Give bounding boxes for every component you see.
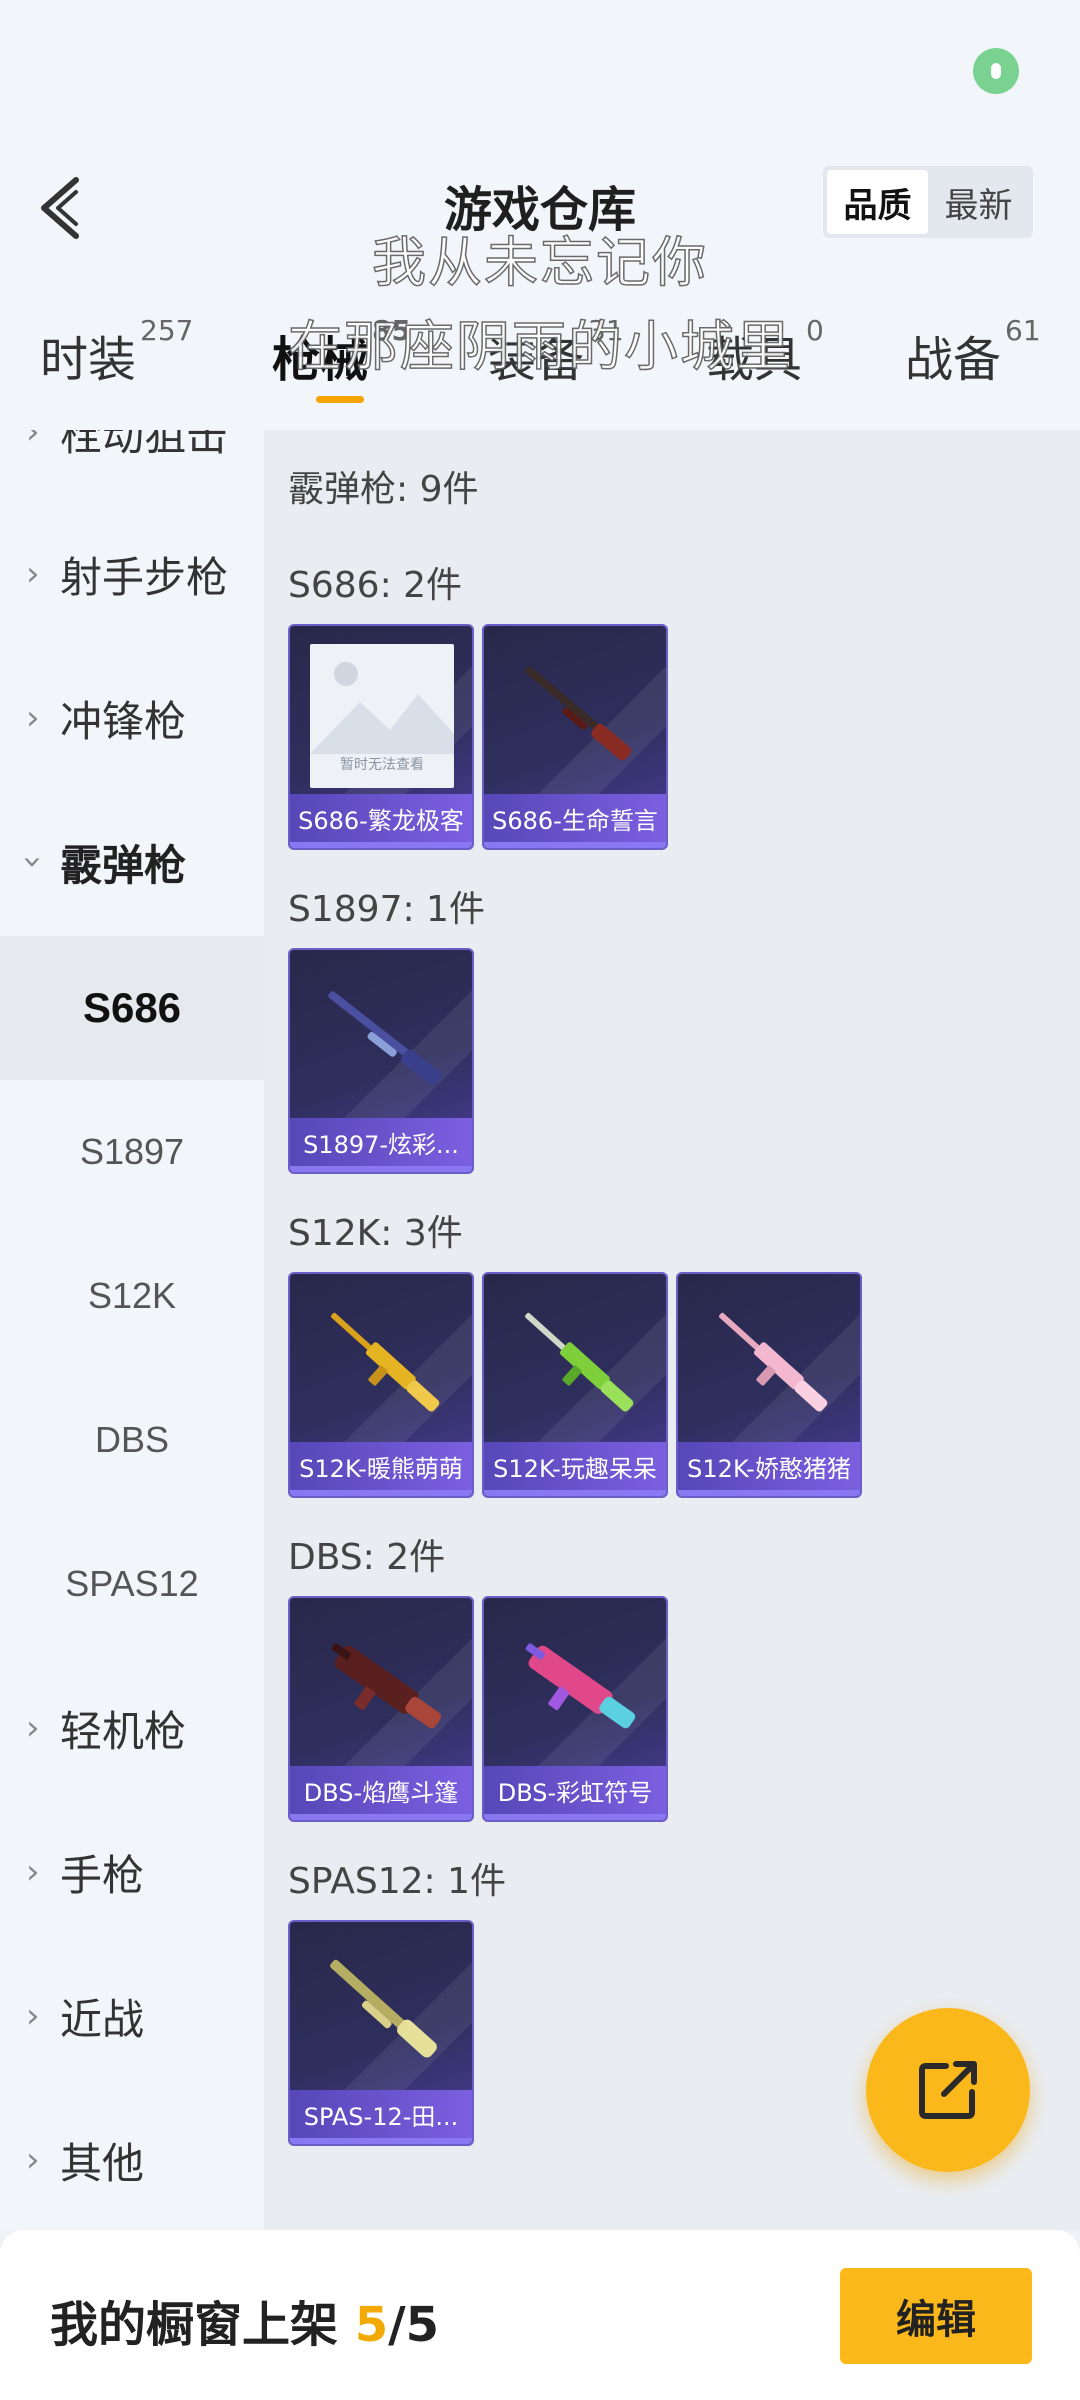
placeholder-text: 暂时无法查看: [340, 757, 424, 773]
subcategory-heading: SPAS12: 1件: [288, 1861, 507, 1902]
status-bar: [0, 0, 1080, 140]
chevron-right-icon: ›: [26, 1996, 40, 2036]
tab-label: 时装: [40, 332, 137, 388]
tab-equipment[interactable]: 装备31: [488, 314, 624, 390]
subcategory-heading: S12K: 3件: [288, 1213, 463, 1254]
sidebar-subitem-s1897[interactable]: S1897: [0, 1080, 264, 1224]
rifle-icon: [719, 1312, 828, 1412]
tab-count: 0: [806, 314, 824, 347]
chevron-right-icon: ›: [26, 2140, 40, 2180]
skin-card[interactable]: DBS-彩虹符号: [482, 1596, 668, 1822]
skin-card[interactable]: S686-生命誓言: [482, 624, 668, 850]
tab-label: 枪械: [272, 332, 369, 388]
rifle-icon: [331, 1312, 440, 1412]
sidebar-item-shotgun[interactable]: › 霰弹枪: [0, 790, 264, 934]
skin-card[interactable]: S12K-玩趣呆呆: [482, 1272, 668, 1498]
sort-newest-button[interactable]: 最新: [928, 170, 1029, 234]
sidebar-item-bolt-sniper[interactable]: › 栓动狙击: [0, 430, 264, 504]
skin-name: S1897-炫彩...: [290, 1118, 472, 1166]
sidebar-subitem-s12k[interactable]: S12K: [0, 1224, 264, 1368]
subcategory-heading: S1897: 1件: [288, 889, 485, 930]
sidebar-subitem-dbs[interactable]: DBS: [0, 1368, 264, 1512]
skin-name: S686-生命誓言: [484, 794, 666, 842]
skin-card[interactable]: SPAS-12-田...: [288, 1920, 474, 2146]
sidebar-item-pistol[interactable]: › 手枪: [0, 1800, 264, 1944]
weapon-type-sidebar: › 栓动狙击 › 射手步枪 › 冲锋枪 › 霰弹枪 S686 S1897 S12…: [0, 430, 264, 2230]
sidebar-item-melee[interactable]: › 近战: [0, 1944, 264, 2088]
microphone-indicator-icon: [973, 48, 1019, 94]
showcase-current-count: 5: [354, 2297, 389, 2353]
sidebar-item-label: 冲锋枪: [60, 696, 187, 746]
chevron-down-icon: ›: [12, 855, 53, 869]
chevron-right-icon: ›: [26, 698, 40, 738]
active-tab-indicator: [316, 396, 364, 403]
skin-card[interactable]: S1897-炫彩...: [288, 948, 474, 1174]
sidebar-item-other[interactable]: › 其他: [0, 2088, 264, 2230]
sidebar-item-label: 近战: [60, 1994, 145, 2044]
tab-count: 31: [588, 314, 624, 347]
sidebar-item-label: 射手步枪: [60, 552, 229, 602]
chevron-right-icon: ›: [26, 1852, 40, 1892]
sidebar-item-smg[interactable]: › 冲锋枪: [0, 646, 264, 790]
skin-card[interactable]: S12K-娇憨猪猪: [676, 1272, 862, 1498]
sidebar-subitem-s686[interactable]: S686: [0, 936, 264, 1080]
sort-toggle: 品质 最新: [823, 166, 1033, 238]
tab-count: 257: [140, 314, 194, 347]
tab-fashion[interactable]: 时装257: [40, 314, 193, 390]
share-button[interactable]: [866, 2008, 1030, 2172]
subcategory-heading: DBS: 2件: [288, 1537, 446, 1578]
shotgun-icon: [330, 1959, 437, 2058]
bullpup-icon: [331, 1643, 442, 1729]
showcase-status: 我的橱窗上架 5/5: [50, 2285, 439, 2355]
tab-vehicles[interactable]: 载具0: [706, 314, 824, 390]
tab-label: 战备: [905, 332, 1002, 388]
sidebar-item-marksman-rifle[interactable]: › 射手步枪: [0, 502, 264, 646]
shotgun-icon: [525, 666, 632, 761]
tab-count: 85: [372, 314, 411, 347]
showcase-bar: 我的橱窗上架 5/5 编辑: [0, 2230, 1080, 2400]
sidebar-subitem-spas12[interactable]: SPAS12: [0, 1512, 264, 1656]
rifle-icon: [525, 1312, 634, 1412]
tab-count: 61: [1005, 314, 1041, 347]
skin-name: S12K-娇憨猪猪: [678, 1442, 860, 1490]
chevron-right-icon: ›: [26, 430, 40, 452]
sort-quality-button[interactable]: 品质: [827, 170, 928, 234]
skin-name: S12K-玩趣呆呆: [484, 1442, 666, 1490]
bullpup-icon: [525, 1643, 636, 1729]
skin-name: S686-繁龙极客: [290, 794, 472, 842]
skin-name: DBS-彩虹符号: [484, 1766, 666, 1814]
edit-button[interactable]: 编辑: [840, 2268, 1032, 2364]
category-tabs: 时装257 枪械85 装备31 载具0 战备61: [0, 270, 1080, 430]
tab-firearms[interactable]: 枪械85: [272, 314, 411, 390]
skin-card[interactable]: DBS-焰鹰斗篷: [288, 1596, 474, 1822]
placeholder-image-icon: 暂时无法查看: [310, 644, 454, 788]
skin-name: S12K-暖熊萌萌: [290, 1442, 472, 1490]
sidebar-item-label: 栓动狙击: [60, 430, 229, 460]
tab-label: 装备: [488, 332, 585, 388]
skin-card[interactable]: S12K-暖熊萌萌: [288, 1272, 474, 1498]
skin-name: SPAS-12-田...: [290, 2090, 472, 2138]
sidebar-item-label: 轻机枪: [60, 1706, 187, 1756]
sidebar-item-label: 霰弹枪: [60, 840, 187, 890]
skin-card[interactable]: 暂时无法查看 S686-繁龙极客: [288, 624, 474, 850]
item-grid-panel: 霰弹枪: 9件 S686: 2件 暂时无法查看 S686-繁龙极客 S686-生…: [264, 430, 1080, 2230]
tab-supplies[interactable]: 战备61: [905, 314, 1041, 390]
chevron-right-icon: ›: [26, 1708, 40, 1748]
share-external-icon: [919, 2061, 977, 2119]
tab-label: 载具: [706, 332, 803, 388]
skin-name: DBS-焰鹰斗篷: [290, 1766, 472, 1814]
chevron-right-icon: ›: [26, 554, 40, 594]
header: 游戏仓库 品质 最新: [0, 140, 1080, 270]
sidebar-item-lmg[interactable]: › 轻机枪: [0, 1656, 264, 1800]
category-heading: 霰弹枪: 9件: [288, 469, 479, 510]
subcategory-heading: S686: 2件: [288, 565, 463, 606]
showcase-separator: /: [388, 2297, 406, 2353]
sidebar-item-label: 手枪: [60, 1850, 145, 1900]
showcase-label: 我的橱窗上架: [50, 2297, 339, 2353]
shotgun-icon: [328, 991, 442, 1086]
sidebar-item-label: 其他: [60, 2138, 145, 2188]
showcase-total-count: 5: [405, 2297, 440, 2353]
